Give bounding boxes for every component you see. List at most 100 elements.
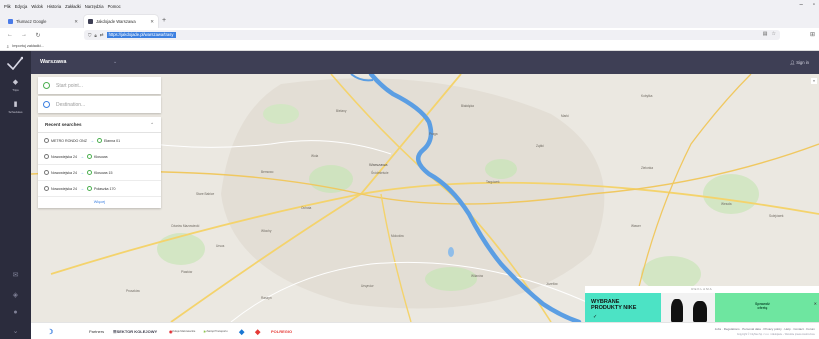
url-text[interactable]: https://jakdojade.pl/warszawa/trasy (106, 32, 176, 38)
map-label: Bemowo (261, 170, 274, 174)
menu-help[interactable]: Pomoc (108, 4, 121, 9)
lock-icon[interactable]: 🔒︎ (94, 33, 96, 38)
collapse-icon[interactable]: ⌄ (0, 327, 31, 335)
map-label: Kobyłka (641, 94, 653, 98)
map-label: Stare Babice (196, 192, 215, 196)
destination-input[interactable]: Destination... (38, 96, 161, 113)
partner-logo-tramwaje[interactable]: ◆ (239, 326, 244, 337)
menu-tools[interactable]: Narzędzia (85, 4, 104, 9)
recent-from: Nowowiejska 24 (51, 170, 77, 175)
map-label: Ursynów (361, 284, 374, 288)
ad-model-figure (671, 299, 683, 322)
advertisement[interactable]: REKLAMA WYBRANE PRODUKTY NIKE ✓ Sprawdź … (585, 286, 819, 322)
schedule-icon: ▮ (13, 101, 18, 108)
android-icon[interactable]: ◈ (0, 291, 31, 299)
tab-jakdojade[interactable]: Jakdojade Warszawa ✕ (84, 15, 158, 28)
menu-bookmarks[interactable]: Zakładki (65, 4, 81, 9)
back-icon[interactable]: ← (6, 32, 14, 38)
map-label: Pruszków (126, 289, 140, 293)
tab-title: Jakdojade Warszawa (96, 19, 136, 24)
city-name[interactable]: Warszawa (40, 59, 66, 65)
permissions-icon[interactable]: ⇄ (100, 32, 104, 38)
recent-searches-header[interactable]: Recent searches ⌃ (38, 117, 161, 133)
bookmark-star-icon[interactable]: ☆ (772, 31, 776, 37)
recent-to: Kłosowa 15 (93, 170, 113, 175)
browser-menubar: Plik Edycja Widok Historia Zakładki Narz… (0, 0, 819, 12)
recent-to: Połaszka 170 (93, 186, 116, 191)
menu-history[interactable]: Historia (47, 4, 61, 9)
navigation-bar: ← → ↻ ⛉ 🔒︎ ⇄ https://jakdojade.pl/warsza… (0, 28, 819, 42)
partner-logo-text: POLREGIO (271, 329, 293, 334)
map-label: Józefów (546, 282, 558, 286)
start-point-input[interactable]: Start point... (38, 77, 161, 94)
partner-logo-text: Zarząd Transportu (206, 330, 228, 333)
partner-logo-koleje[interactable]: ◉ Koleje Mazowieckie (169, 326, 195, 337)
recent-search-item[interactable]: METRO RONDO ONZ → Ełanna 01 (38, 133, 161, 149)
start-point-placeholder: Start point... (56, 82, 83, 89)
menu-edit[interactable]: Edycja (15, 4, 28, 9)
page-footer: ☽ Partners ☰ SEKTOR KOLEJOWY ◉ Koleje Ma… (31, 322, 819, 339)
reload-icon[interactable]: ↻ (34, 32, 42, 39)
map-label: Warszawa (369, 162, 388, 167)
sidebar-item-trips[interactable]: ◆ Trips (0, 79, 31, 92)
minimize-icon[interactable]: – (800, 2, 803, 8)
tab-google-translate[interactable]: Tłumacz Google ✕ (4, 15, 82, 28)
address-bar[interactable]: ⛉ 🔒︎ ⇄ https://jakdojade.pl/warszawa/tra… (84, 30, 780, 40)
ad-label: REKLAMA (691, 287, 713, 291)
show-more-link[interactable]: Więcej (38, 197, 161, 204)
partner-logo-ztm[interactable]: ✶ Zarząd Transportu (203, 326, 228, 337)
map-label: Mokotów (391, 234, 404, 238)
reader-view-icon[interactable]: ▤ (763, 31, 768, 37)
new-tab-icon[interactable]: + (162, 17, 166, 24)
google-translate-favicon-icon (8, 19, 13, 24)
import-bookmarks-link[interactable]: Importuj zakładki... (12, 44, 44, 48)
arrow-right-icon: → (79, 154, 84, 159)
map-label: Piastów (181, 270, 193, 274)
recent-search-item[interactable]: Nowowiejska 24 → Kłosowa 15 (38, 165, 161, 181)
recent-from: Nowowiejska 24 (51, 154, 77, 159)
forward-icon[interactable]: → (20, 32, 28, 38)
mail-icon[interactable]: ✉ (0, 271, 31, 279)
destination-placeholder: Destination... (56, 101, 86, 108)
map-label: Sulejówek (769, 214, 784, 218)
close-ad-icon[interactable]: ✕ (814, 301, 817, 306)
ad-cta[interactable]: Sprawdź ofertę (755, 302, 770, 310)
chevron-down-icon[interactable]: ⌄ (113, 59, 117, 65)
partner-logo-polregio[interactable]: POLREGIO (271, 326, 292, 337)
ad-cta-line-2: ofertę (757, 306, 768, 310)
map-label: Targówek (486, 180, 500, 184)
sidebar-item-schedules[interactable]: ▮ Schedules (0, 101, 31, 114)
close-tab-icon[interactable]: ✕ (150, 19, 154, 25)
map-label: Zielonka (641, 166, 654, 170)
menu-file[interactable]: Plik (4, 4, 11, 9)
extensions-icon[interactable]: ⊞ (810, 31, 815, 38)
map-label: Śródmieście (371, 171, 389, 175)
maximize-icon[interactable]: ▫ (813, 2, 815, 8)
close-tab-icon[interactable]: ✕ (74, 19, 78, 25)
footer-links[interactable]: Jobs · Regulations · Personal data · Pri… (715, 327, 815, 331)
ad-headline: WYBRANE PRODUKTY NIKE (591, 299, 636, 311)
sign-in-link[interactable]: 👤︎ Sign in (790, 60, 809, 66)
app-sidebar: ◆ Trips ▮ Schedules ✉ ◈ ● ⌄ (0, 51, 31, 339)
recent-search-item[interactable]: Nowowiejska 24 → Kłosowa (38, 149, 161, 165)
recent-search-item[interactable]: Nowowiejska 24 → Połaszka 170 (38, 181, 161, 197)
partner-logo-text: SEKTOR KOLEJOWY (116, 329, 158, 334)
shield-icon[interactable]: ⛉ (88, 33, 91, 38)
sidebar-item-label: Schedules (8, 110, 23, 114)
apple-icon[interactable]: ● (0, 309, 31, 316)
chevron-up-icon[interactable]: ⌃ (150, 122, 154, 128)
arrow-right-icon: → (89, 138, 94, 143)
ad-left-panel: WYBRANE PRODUKTY NIKE ✓ (585, 293, 661, 322)
expand-map-icon[interactable]: » (811, 78, 817, 84)
arrow-right-icon: → (79, 186, 84, 191)
partner-logo-metro[interactable]: ◆ (255, 326, 260, 337)
ad-headline-line-2: PRODUKTY NIKE (591, 305, 637, 311)
origin-icon (44, 154, 49, 159)
map-label: Ochota (301, 206, 312, 210)
partner-logo-sektor[interactable]: ☰ SEKTOR KOLEJOWY (113, 326, 157, 337)
ad-image (661, 293, 715, 322)
menu-view[interactable]: Widok (31, 4, 43, 9)
recent-from: METRO RONDO ONZ (51, 138, 87, 143)
tab-title: Tłumacz Google (16, 19, 47, 24)
jakdojade-logo-icon[interactable] (7, 56, 23, 70)
